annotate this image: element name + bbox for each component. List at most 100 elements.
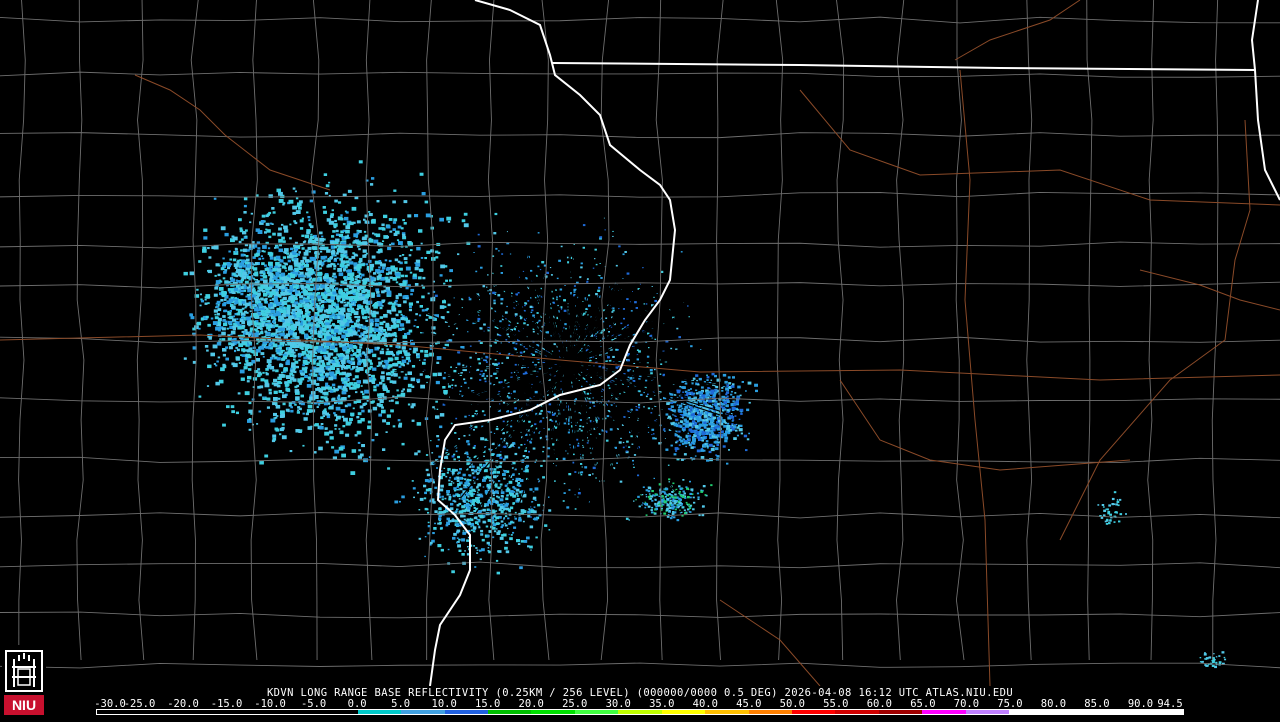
echo-pixel <box>204 345 209 348</box>
echo-pixel <box>276 349 281 353</box>
echo-pixel <box>529 434 531 436</box>
echo-pixel <box>369 376 373 380</box>
echo-pixel <box>299 370 303 373</box>
echo-pixel <box>555 420 557 422</box>
echo-pixel <box>496 471 500 474</box>
echo-pixel <box>278 333 282 336</box>
echo-pixel <box>630 310 633 312</box>
echo-pixel <box>355 368 360 373</box>
echo-pixel <box>384 259 388 262</box>
echo-pixel <box>528 420 531 423</box>
echo-pixel <box>278 373 284 378</box>
echo-pixel <box>324 428 327 430</box>
echo-pixel <box>338 311 343 315</box>
echo-pixel <box>311 257 317 261</box>
echo-pixel <box>276 281 279 284</box>
echo-pixel <box>267 247 271 250</box>
echo-pixel <box>403 257 408 261</box>
echo-pixel <box>291 255 294 258</box>
echo-pixel <box>382 338 387 342</box>
echo-pixel <box>603 217 605 219</box>
echo-pixel <box>524 302 527 304</box>
echo-pixel <box>393 189 397 192</box>
echo-pixel <box>340 250 344 254</box>
echo-pixel <box>501 489 503 491</box>
echo-pixel <box>505 497 509 501</box>
echo-pixel <box>213 197 217 200</box>
echo-pixel <box>372 330 375 332</box>
echo-pixel <box>255 334 259 337</box>
echo-pixel <box>635 307 638 309</box>
echo-pixel <box>643 406 645 408</box>
echo-pixel <box>274 295 278 299</box>
echo-pixel <box>409 305 412 308</box>
echo-pixel <box>241 289 244 293</box>
echo-pixel <box>522 372 526 375</box>
echo-pixel <box>394 324 400 328</box>
echo-pixel <box>597 289 601 292</box>
echo-pixel <box>367 367 372 370</box>
echo-pixel <box>244 329 248 332</box>
echo-pixel <box>520 431 522 433</box>
echo-pixel <box>542 417 545 419</box>
echo-pixel <box>283 278 288 282</box>
echo-pixel <box>592 267 595 269</box>
echo-pixel <box>530 438 533 440</box>
echo-pixel <box>607 400 610 402</box>
echo-pixel <box>199 293 202 296</box>
echo-pixel <box>341 364 344 366</box>
echo-pixel <box>479 373 482 376</box>
echo-pixel <box>493 232 497 235</box>
echo-pixel <box>287 380 292 384</box>
echo-pixel <box>309 199 313 203</box>
echo-pixel <box>485 356 489 359</box>
echo-pixel <box>216 360 219 363</box>
echo-pixel <box>232 315 235 318</box>
echo-pixel <box>260 309 264 313</box>
echo-pixel <box>616 462 618 464</box>
echo-pixel <box>378 332 381 334</box>
echo-pixel <box>284 302 288 305</box>
echo-pixel <box>522 520 525 523</box>
echo-pixel <box>357 315 361 319</box>
echo-pixel <box>275 255 281 260</box>
echo-pixel <box>315 383 320 386</box>
echo-pixel <box>618 308 620 310</box>
echo-pixel <box>212 344 218 349</box>
echo-pixel <box>570 277 572 279</box>
echo-pixel <box>649 369 653 372</box>
echo-pixel <box>361 263 365 267</box>
echo-pixel <box>255 228 260 232</box>
echo-pixel <box>269 256 274 260</box>
echo-pixel <box>363 288 366 291</box>
echo-pixel <box>257 247 261 250</box>
echo-pixel <box>564 323 567 326</box>
echo-pixel <box>219 280 223 283</box>
echo-pixel <box>386 377 391 381</box>
echo-pixel <box>469 356 472 359</box>
echo-pixel <box>228 346 233 350</box>
echo-pixel <box>259 271 263 274</box>
echo-pixel <box>307 376 312 380</box>
echo-pixel <box>351 288 357 293</box>
echo-pixel <box>342 346 348 351</box>
echo-pixel <box>289 237 292 240</box>
echo-pixel <box>369 276 375 281</box>
radar-map[interactable] <box>0 0 1280 686</box>
echo-pixel <box>362 351 366 354</box>
echo-pixel <box>325 342 330 347</box>
echo-pixel <box>285 387 290 392</box>
echo-pixel <box>255 331 259 335</box>
echo-pixel <box>310 233 313 236</box>
echo-pixel <box>434 408 436 410</box>
echo-pixel <box>388 372 392 376</box>
echo-pixel <box>311 337 317 342</box>
echo-pixel <box>553 393 556 396</box>
echo-pixel <box>431 452 434 454</box>
echo-pixel <box>328 299 333 303</box>
echo-pixel <box>600 332 603 334</box>
echo-pixel <box>379 316 383 319</box>
echo-pixel <box>377 357 381 360</box>
echo-pixel <box>273 378 278 383</box>
echo-pixel <box>237 271 241 274</box>
